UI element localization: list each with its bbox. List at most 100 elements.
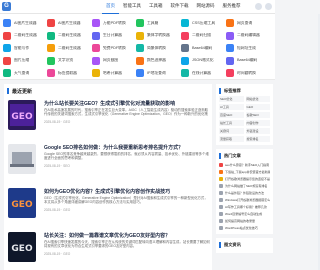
tag-chip[interactable]: 内容创作 — [245, 120, 270, 126]
post-thumbnail[interactable]: GEO — [8, 232, 36, 262]
post-title[interactable]: Google SEO排名如何做：为什么我要重新思考排名提升方式？ — [44, 144, 210, 151]
tool-item[interactable]: 标签提取器 — [47, 68, 77, 78]
post-thumbnail[interactable] — [8, 144, 36, 174]
rank-badge — [219, 162, 223, 167]
hot-item[interactable]: Windows打开谷歌浏览器报错怎么办 — [219, 196, 270, 203]
tool-item[interactable]: 文字识别 — [47, 56, 73, 66]
post-item[interactable]: Google SEO排名如何做：为什么我要重新思考排名提升方式？ Google S… — [8, 144, 210, 180]
hot-item[interactable]: AI写作工具哪个好用？推荐几款 — [219, 203, 270, 210]
tool-icon — [181, 31, 189, 40]
tag-chip[interactable]: AI工具 — [219, 104, 244, 110]
tool-item[interactable]: 二维码生成器 — [47, 43, 81, 53]
tool-icon — [226, 31, 234, 40]
post-item[interactable]: GEO 为什么站长要关注GEO？生成式引擎优化对流量获取的影响 在AI技术高速发展的… — [8, 100, 210, 136]
tool-item[interactable]: AI图片生成器 — [3, 18, 37, 28]
nav-item[interactable]: 智能工具 — [119, 0, 145, 14]
post-excerpt: 在AI技术高速发展的时代，搜索引擎正在发生巨大变革。AIGC（人工智能生成内容）… — [44, 108, 209, 117]
tool-item[interactable]: 工具箱 — [136, 18, 158, 28]
tool-item[interactable]: Base64编码 — [181, 43, 212, 53]
tool-item[interactable]: 生日计算器 — [92, 31, 122, 41]
svg-text:GEO: GEO — [11, 200, 33, 210]
tool-item[interactable]: 二维码扫描 — [181, 31, 211, 41]
post-thumbnail[interactable]: GEO — [8, 188, 36, 218]
tag-chip[interactable]: 百度SEO — [219, 112, 244, 118]
tool-item[interactable]: 哈希计算器 — [92, 68, 122, 78]
nav-item[interactable]: 服务推荐 — [219, 0, 245, 14]
search-icon[interactable] — [255, 3, 262, 10]
tool-item[interactable]: JSON格式化 — [181, 56, 214, 66]
tag-chip[interactable]: 流量获取 — [219, 136, 244, 142]
tag-chip[interactable]: 搜索排名 — [245, 136, 270, 142]
nav-item[interactable]: 工具箱 — [145, 0, 167, 14]
post-item[interactable]: GEO 站长关注：如何做一篇靠谱文章优化为GEO友好型内容？ 在AI搜索引擎快速发展… — [8, 232, 210, 268]
tool-item[interactable]: 短网址生成 — [226, 43, 256, 53]
tool-label: 在线计算器 — [192, 70, 211, 75]
more-card: 图文资讯 — [216, 238, 273, 253]
post-title[interactable]: 为什么站长要关注GEO？生成式引擎优化对流量获取的影响 — [44, 100, 210, 107]
tool-icon — [3, 19, 11, 27]
tool-icon — [92, 56, 100, 65]
hot-item[interactable]: WordPress站点优化技巧 — [219, 224, 270, 231]
tag-chip[interactable]: SEO优化 — [219, 96, 244, 102]
tool-item[interactable]: 二维码生成器 — [47, 31, 81, 41]
tool-item[interactable]: 图片压缩 — [3, 56, 29, 66]
tool-icon — [47, 19, 55, 27]
tool-grid: AI图片生成器 AI图片生成器 万能PDF转换 工具箱 CSS压缩工具 网页查询二维码生成… — [0, 14, 275, 80]
tag-chip[interactable]: 站长工具 — [219, 120, 244, 126]
tool-item[interactable]: 二维码生成器 — [3, 31, 37, 41]
rank-badge — [219, 225, 223, 230]
tool-label: Base64编码 — [192, 45, 213, 50]
tool-item[interactable]: CSS压缩工具 — [181, 18, 215, 28]
hot-item[interactable]: 下载站_下载app并安装官方最新版 — [219, 168, 270, 175]
tool-item[interactable]: 颜色选择器 — [136, 56, 166, 66]
svg-text:GEO: GEO — [11, 112, 33, 122]
tool-item[interactable]: 简繁体转换 — [136, 43, 166, 53]
hot-item[interactable]: 为什么网站做了SEO却没有排名 — [219, 182, 270, 189]
tool-item[interactable]: 免费PDF转换 — [92, 43, 126, 53]
nav-item[interactable]: 软件下载 — [167, 0, 193, 14]
hot-item[interactable]: 打开谷歌浏览器提示您的连接不是私密连接 — [219, 175, 270, 182]
post-title[interactable]: 如何为GEO优化内容？生成式引擎优化内容创作实战技巧 — [44, 188, 210, 195]
tag-chip[interactable]: GEO — [245, 104, 270, 110]
tool-icon — [3, 56, 11, 65]
tool-item[interactable]: 智能写作 — [3, 43, 29, 53]
post-meta: 2025-08-19 · SEO — [44, 164, 70, 168]
hot-item[interactable]: seo什么意思？新手SEO入门指南 — [219, 161, 270, 168]
post-title[interactable]: 站长关注：如何做一篇靠谱文章优化为GEO友好型内容？ — [44, 232, 210, 239]
post-thumbnail[interactable]: GEO — [8, 100, 36, 130]
hot-item-title: 如何提高网站的收录量 — [225, 218, 256, 223]
tool-icon — [181, 56, 189, 65]
hot-item[interactable]: Word目录编号怎么自动生成 — [219, 210, 270, 217]
tool-label: 二维码生成器 — [58, 45, 81, 50]
tool-item[interactable]: Base64编码 — [226, 56, 257, 66]
tool-item[interactable]: 二维码编辑器 — [226, 31, 260, 41]
hot-item[interactable]: 什么是外链？外链建设的方法 — [219, 189, 270, 196]
tool-item[interactable]: 网页截图 — [92, 56, 118, 66]
hot-item[interactable]: 如何提高网站的收录量 — [219, 217, 270, 224]
nav-item[interactable]: 首页 — [102, 0, 119, 14]
tag-chip[interactable]: 外链建设 — [245, 128, 270, 134]
tool-item[interactable]: 时间戳转换 — [226, 68, 256, 78]
tool-item[interactable]: IP地址查询 — [136, 68, 166, 78]
tool-item[interactable]: 万能PDF转换 — [92, 18, 126, 28]
tool-label: 万能PDF转换 — [103, 20, 126, 25]
tool-item[interactable]: 繁体字转换器 — [136, 31, 170, 41]
site-logo[interactable]: G — [2, 2, 11, 11]
post-item[interactable]: GEO 如何为GEO优化内容？生成式引擎优化内容创作实战技巧 GEO（生成式引擎优化… — [8, 188, 210, 224]
tool-item[interactable]: 网页查询 — [226, 18, 252, 28]
tool-icon — [181, 69, 189, 77]
tool-item[interactable]: AI图片生成器 — [47, 18, 81, 28]
nav-item[interactable]: 网站源码 — [193, 0, 219, 14]
tool-icon — [47, 31, 55, 40]
hot-item-title: 什么是外链？外链建设的方法 — [225, 190, 265, 195]
post-excerpt: Google SEO的排名竞争越来越激烈，要想获得靠前的排名，就必须从内容质量、… — [44, 152, 209, 161]
tool-label: 网页查询 — [237, 20, 253, 25]
card-accent — [219, 152, 221, 159]
tag-chip[interactable]: 谷歌SEO — [245, 112, 270, 118]
tag-chip[interactable]: 关键词 — [219, 128, 244, 134]
tag-chip[interactable]: 网站优化 — [245, 96, 270, 102]
tool-item[interactable]: 天气查询 — [3, 68, 29, 78]
tool-item[interactable]: 在线计算器 — [181, 68, 211, 78]
user-icon[interactable] — [265, 3, 272, 10]
tool-icon — [92, 69, 100, 77]
